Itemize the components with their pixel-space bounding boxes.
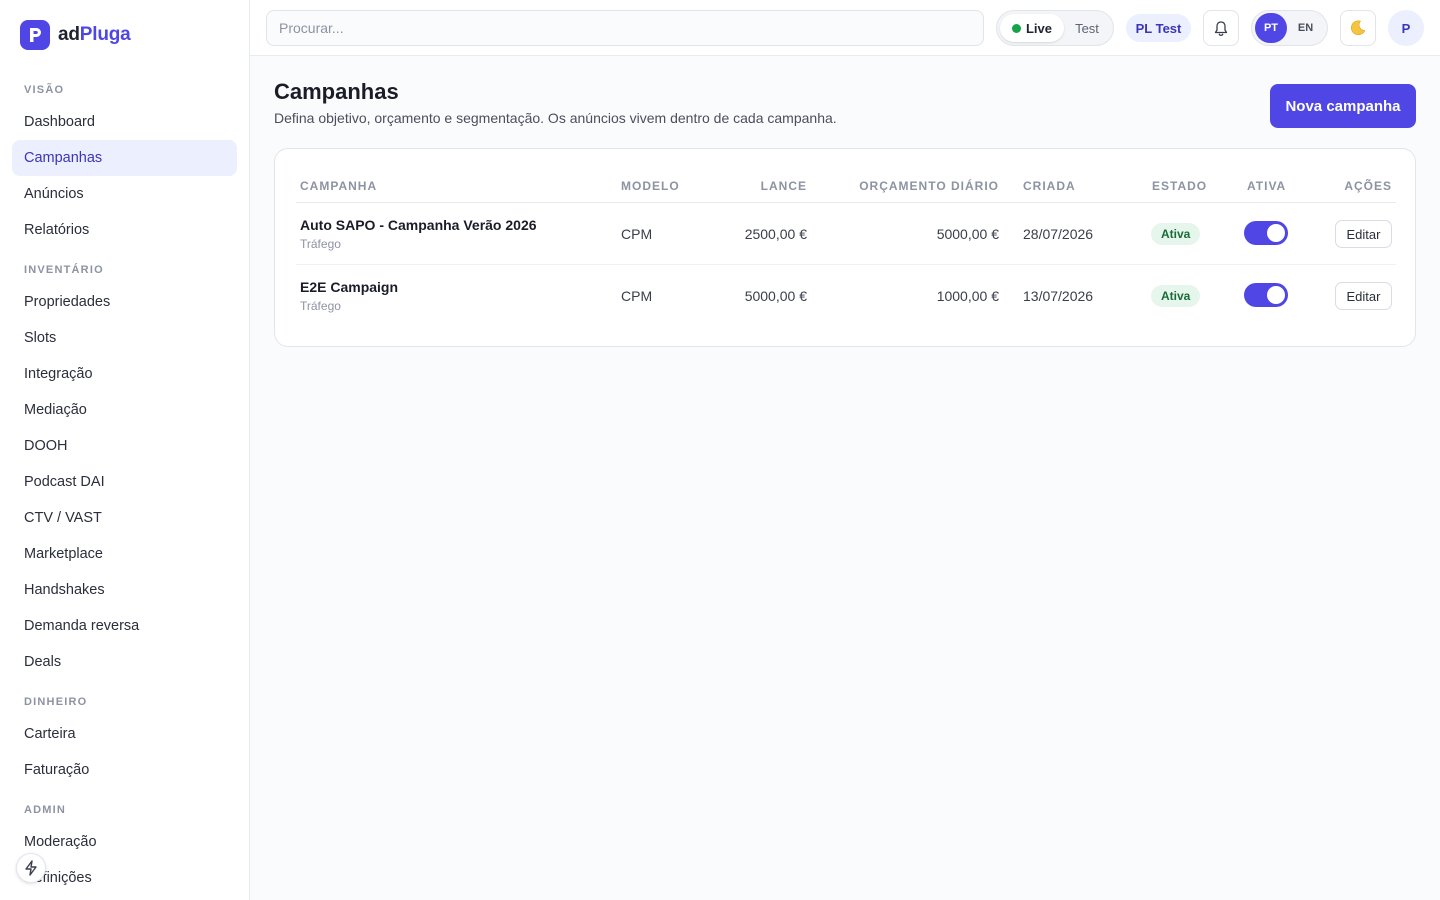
edit-button[interactable]: Editar: [1335, 220, 1392, 248]
logo-icon: [20, 20, 50, 50]
page-subtitle: Defina objetivo, orçamento e segmentação…: [274, 110, 837, 126]
env-live-label: Live: [1025, 20, 1052, 36]
column-header-criada: CRIADA: [1023, 179, 1076, 193]
sidebar-item-deals[interactable]: Deals: [12, 644, 237, 680]
campaigns-table-card: CAMPANHA MODELO LANCE ORÇAMENTO DIÁRIO C…: [274, 148, 1416, 347]
column-header-acoes: AÇÕES: [1344, 179, 1392, 193]
sidebar-item-demanda-reversa[interactable]: Demanda reversa: [12, 608, 237, 644]
sidebar-item-dashboard[interactable]: Dashboard: [12, 104, 237, 140]
nav-section-title: VISÃO: [24, 84, 65, 96]
sidebar-item-mediacao[interactable]: Mediação: [12, 392, 237, 428]
toggle-knob: [1267, 224, 1285, 242]
status-badge: Ativa: [1151, 285, 1201, 307]
edit-button[interactable]: Editar: [1335, 282, 1392, 310]
campaign-model: CPM: [621, 288, 653, 304]
active-toggle[interactable]: [1244, 221, 1288, 245]
sidebar-item-handshakes[interactable]: Handshakes: [12, 572, 237, 608]
campaign-name[interactable]: Auto SAPO - Campanha Verão 2026: [300, 217, 537, 233]
theme-toggle-button[interactable]: [1340, 10, 1376, 46]
sidebar-item-slots[interactable]: Slots: [12, 320, 237, 356]
lang-en-option[interactable]: EN: [1287, 22, 1324, 34]
campaign-goal: Tráfego: [300, 237, 341, 251]
env-test-option[interactable]: Test: [1064, 21, 1110, 36]
sidebar-item-campanhas[interactable]: Campanhas: [12, 140, 237, 176]
column-header-orcamento: ORÇAMENTO DIÁRIO: [859, 179, 999, 193]
new-campaign-button[interactable]: Nova campanha: [1270, 84, 1416, 128]
sidebar: adPluga VISÃO Dashboard Campanhas Anúnci…: [0, 0, 250, 900]
sidebar-item-podcast-dai[interactable]: Podcast DAI: [12, 464, 237, 500]
campaign-daily-budget: 5000,00 €: [936, 226, 999, 242]
column-header-modelo: MODELO: [621, 179, 680, 193]
page-title: Campanhas: [274, 79, 399, 104]
user-avatar[interactable]: P: [1388, 10, 1424, 46]
toggle-knob: [1267, 286, 1285, 304]
language-toggle: PT EN: [1251, 10, 1328, 46]
lang-pt-option[interactable]: PT: [1255, 13, 1287, 43]
campaign-model: CPM: [621, 226, 653, 242]
status-badge: Ativa: [1151, 223, 1201, 245]
campaign-daily-budget: 1000,00 €: [936, 288, 999, 304]
campaign-goal: Tráfego: [300, 299, 341, 313]
sidebar-item-integracao[interactable]: Integração: [12, 356, 237, 392]
sidebar-item-marketplace[interactable]: Marketplace: [12, 536, 237, 572]
moon-icon: [1351, 20, 1366, 36]
nav-section-title: DINHEIRO: [24, 696, 88, 708]
sidebar-item-anuncios[interactable]: Anúncios: [12, 176, 237, 212]
sidebar-item-faturacao[interactable]: Faturação: [12, 752, 237, 788]
env-live-option[interactable]: Live: [1000, 14, 1064, 42]
column-header-estado: ESTADO: [1152, 179, 1208, 193]
column-header-lance: LANCE: [760, 179, 807, 193]
sidebar-item-propriedades[interactable]: Propriedades: [12, 284, 237, 320]
topbar: Live Test PL Test PT EN P: [250, 0, 1440, 56]
sidebar-item-relatorios[interactable]: Relatórios: [12, 212, 237, 248]
campaign-name[interactable]: E2E Campaign: [300, 279, 398, 295]
column-header-ativa: ATIVA: [1247, 179, 1287, 193]
app-logo[interactable]: adPluga: [20, 20, 131, 50]
sidebar-nav: VISÃO Dashboard Campanhas Anúncios Relat…: [12, 76, 237, 896]
campaign-created-date: 13/07/2026: [1023, 288, 1094, 304]
live-status-dot: [1011, 23, 1021, 33]
table-row[interactable]: E2E Campaign Tráfego CPM 5000,00 € 1000,…: [296, 265, 1396, 327]
bolt-icon[interactable]: [16, 853, 46, 883]
logo-text: adPluga: [58, 24, 131, 45]
active-toggle[interactable]: [1244, 283, 1288, 307]
sidebar-item-dooh[interactable]: DOOH: [12, 428, 237, 464]
org-badge[interactable]: PL Test: [1126, 14, 1191, 42]
search-input[interactable]: [266, 10, 984, 46]
campaign-bid: 2500,00 €: [744, 226, 807, 242]
sidebar-item-carteira[interactable]: Carteira: [12, 716, 237, 752]
sidebar-item-ctv-vast[interactable]: CTV / VAST: [12, 500, 237, 536]
notifications-button[interactable]: [1203, 10, 1239, 46]
nav-section-title: ADMIN: [24, 804, 67, 816]
environment-toggle: Live Test: [996, 10, 1114, 46]
bell-icon: [1214, 20, 1228, 36]
campaign-created-date: 28/07/2026: [1023, 226, 1094, 242]
table-header: CAMPANHA MODELO LANCE ORÇAMENTO DIÁRIO C…: [296, 175, 1396, 203]
campaign-bid: 5000,00 €: [744, 288, 807, 304]
table-row[interactable]: Auto SAPO - Campanha Verão 2026 Tráfego …: [296, 203, 1396, 265]
sidebar-item-moderacao[interactable]: Moderação: [12, 824, 237, 860]
column-header-campanha: CAMPANHA: [300, 179, 378, 193]
nav-section-title: INVENTÁRIO: [24, 264, 104, 276]
